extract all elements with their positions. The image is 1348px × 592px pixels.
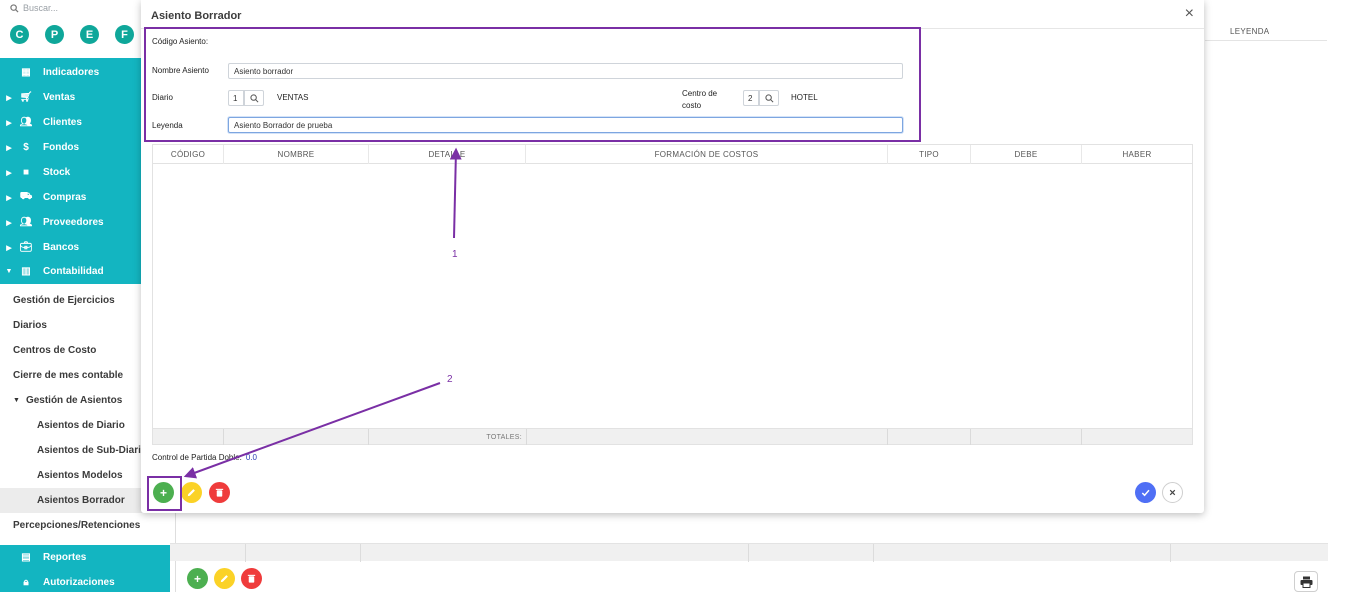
chevron-right-icon: ▶ — [6, 169, 12, 177]
close-icon[interactable]: × — [1185, 6, 1194, 22]
column-header-detalle[interactable]: DETALLE — [369, 145, 526, 164]
cart-icon: 🛒︎ — [19, 92, 33, 103]
sidebar-item-label: Fondos — [43, 142, 80, 153]
column-header-codigo[interactable]: CÓDIGO — [153, 145, 224, 164]
chevron-right-icon: ▶ — [6, 119, 12, 127]
sidebar-item-label: Reportes — [43, 552, 87, 563]
background-edit-button[interactable] — [214, 568, 235, 589]
sidebar-search[interactable]: Buscar... — [10, 3, 58, 13]
asiento-items-table: CÓDIGO NOMBRE DETALLE FORMACIÓN DE COSTO… — [152, 144, 1193, 445]
check-icon — [1141, 489, 1150, 497]
sidebar-item-label: Ventas — [43, 92, 76, 103]
dollar-icon: $ — [23, 142, 29, 153]
table-footer: TOTALES: — [153, 428, 1192, 445]
people-icon: 👥︎ — [19, 217, 33, 228]
column-separator — [1170, 544, 1171, 562]
print-button[interactable] — [1294, 571, 1318, 592]
quick-link-f[interactable]: F — [115, 25, 134, 44]
background-add-button[interactable]: + — [187, 568, 208, 589]
chevron-right-icon: ▶ — [6, 144, 12, 152]
pencil-icon — [187, 489, 195, 497]
totales-label: TOTALES: — [486, 433, 522, 441]
search-icon — [10, 3, 19, 13]
delete-row-button[interactable] — [209, 482, 230, 503]
sidebar-item-label: Clientes — [43, 117, 82, 128]
background-delete-button[interactable] — [241, 568, 262, 589]
shopping-cart-icon: ⛟ — [19, 191, 33, 202]
sidebar-item-label: Indicadores — [43, 67, 100, 78]
annotation-box-add-button — [147, 476, 182, 511]
book-icon: ▥ — [21, 266, 31, 277]
column-header-nombre[interactable]: NOMBRE — [224, 145, 369, 164]
background-leyenda-header: LEYENDA — [1230, 27, 1270, 36]
column-header-tipo[interactable]: TIPO — [888, 145, 971, 164]
table-header: CÓDIGO NOMBRE DETALLE FORMACIÓN DE COSTO… — [153, 145, 1192, 164]
sidebar-item-label: Autorizaciones — [43, 577, 115, 588]
grid-icon: ▦ — [21, 67, 31, 78]
footer-cell — [888, 429, 971, 445]
sidebar-item-label: Proveedores — [43, 217, 104, 228]
sidebar-item-label: Stock — [43, 167, 71, 178]
column-separator — [748, 544, 749, 562]
close-icon — [1169, 489, 1176, 496]
chevron-right-icon: ▶ — [6, 244, 12, 252]
background-actions: + — [187, 568, 262, 589]
control-partida-doble-label: Control de Partida Doble: — [152, 453, 242, 462]
people-icon: 👥︎ — [19, 117, 33, 128]
printer-icon — [1300, 576, 1312, 588]
search-placeholder: Buscar... — [23, 3, 59, 13]
annotation-label-1: 1 — [452, 249, 458, 260]
footer-cell — [971, 429, 1082, 445]
quick-link-p[interactable]: P — [45, 25, 64, 44]
lock-icon: 🔒︎ — [23, 577, 29, 588]
trash-icon — [247, 574, 256, 583]
background-table-footer — [170, 543, 1328, 562]
pencil-icon — [220, 575, 228, 583]
modal-confirm-actions — [1135, 482, 1183, 503]
briefcase-icon: 💼︎ — [19, 242, 33, 253]
control-partida-doble: Control de Partida Doble: 0.0 — [152, 453, 257, 462]
annotation-box-form — [144, 27, 921, 142]
column-header-debe[interactable]: DEBE — [971, 145, 1082, 164]
chevron-right-icon: ▶ — [6, 94, 12, 102]
sidebar-item-reportes[interactable]: ▤ Reportes — [0, 545, 170, 570]
sidebar-item-autorizaciones[interactable]: 🔒︎ Autorizaciones — [0, 570, 170, 592]
column-separator — [245, 544, 246, 562]
background-divider — [1205, 40, 1327, 41]
column-separator — [360, 544, 361, 562]
chevron-right-icon: ▶ — [6, 219, 12, 227]
edit-row-button[interactable] — [181, 482, 202, 503]
control-partida-doble-value: 0.0 — [245, 453, 257, 462]
report-icon: ▤ — [21, 552, 31, 563]
cancel-button[interactable] — [1162, 482, 1183, 503]
chevron-down-icon: ▼ — [5, 268, 13, 275]
column-header-haber[interactable]: HABER — [1082, 145, 1192, 164]
sidebar-item-label: Bancos — [43, 242, 80, 253]
app-root: Buscar... C P E F ▦ Indicadores ▶ 🛒︎ Ven… — [0, 0, 1348, 592]
sidebar-subitem-label: Gestión de Asientos — [25, 395, 123, 406]
footer-cell — [526, 429, 888, 445]
column-header-formacion-costos[interactable]: FORMACIÓN DE COSTOS — [526, 145, 888, 164]
column-separator — [873, 544, 874, 562]
confirm-button[interactable] — [1135, 482, 1156, 503]
annotation-label-2: 2 — [447, 374, 453, 385]
modal-title: Asiento Borrador — [151, 10, 242, 22]
box-icon: ■ — [22, 167, 30, 178]
chevron-right-icon: ▶ — [6, 194, 12, 202]
sidebar-item-label: Contabilidad — [43, 266, 104, 277]
quick-link-e[interactable]: E — [80, 25, 99, 44]
footer-cell — [224, 429, 369, 445]
sidebar-subitem-percepciones[interactable]: Percepciones/Retenciones — [0, 513, 170, 538]
trash-icon — [215, 488, 224, 497]
chevron-down-icon: ▼ — [13, 397, 20, 404]
sidebar-item-label: Compras — [43, 192, 87, 203]
quick-links: C P E F — [10, 25, 134, 44]
footer-cell — [153, 429, 224, 445]
quick-link-c[interactable]: C — [10, 25, 29, 44]
